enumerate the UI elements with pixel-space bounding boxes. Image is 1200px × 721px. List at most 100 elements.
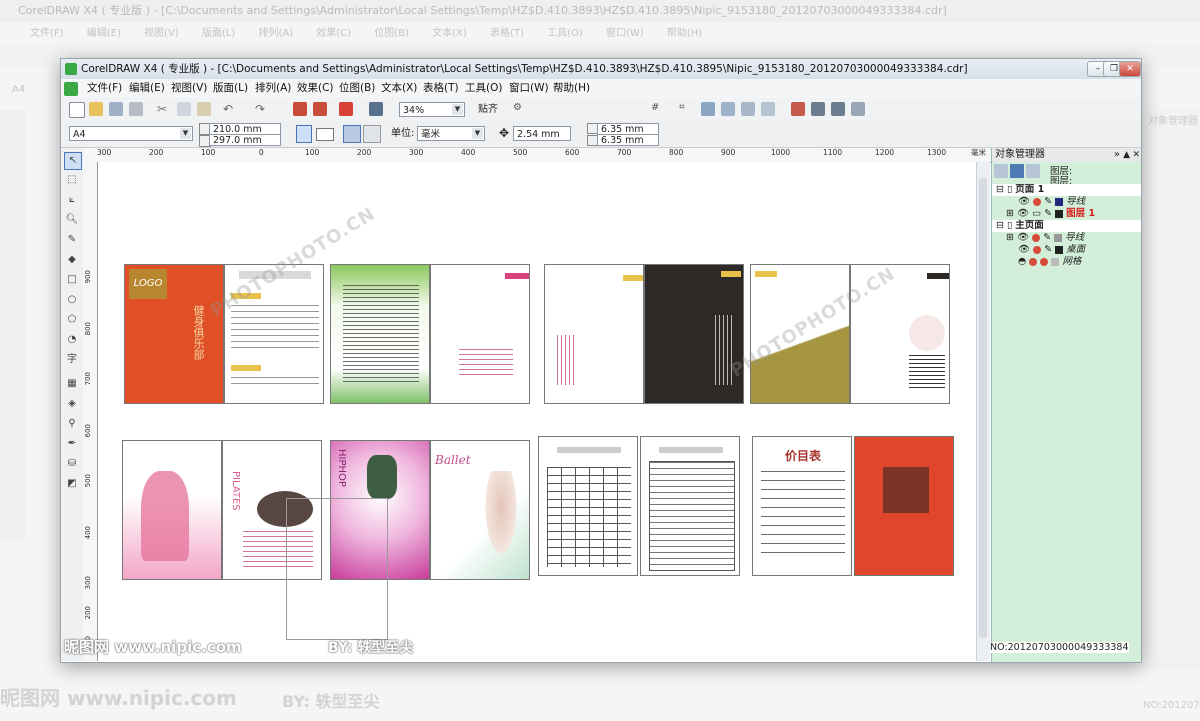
- scrollbar-thumb[interactable]: [979, 178, 987, 638]
- expand-icon[interactable]: ⊞: [1006, 208, 1014, 219]
- collapse-icon[interactable]: ⊟: [996, 220, 1004, 231]
- chevron-up-icon[interactable]: ▲: [1123, 148, 1130, 162]
- print-disabled-icon[interactable]: [1029, 257, 1038, 266]
- menu-arrange[interactable]: 排列(A): [255, 79, 291, 98]
- page-thumb-table-1[interactable]: [538, 436, 638, 576]
- layer-manager-view-icon[interactable]: [1010, 164, 1024, 178]
- copy-icon[interactable]: [177, 102, 191, 116]
- snap-to-button[interactable]: 贴齐: [478, 102, 498, 117]
- pick-tool-icon[interactable]: ↖: [64, 152, 82, 170]
- menu-bitmaps[interactable]: 位图(B): [339, 79, 375, 98]
- menu-tools[interactable]: 工具(O): [465, 79, 502, 98]
- rectangle-tool-icon[interactable]: □: [64, 272, 80, 288]
- tree-layer-guides[interactable]: 👁︎ ✎ 导线: [992, 196, 1141, 208]
- ellipse-tool-icon[interactable]: ○: [64, 292, 80, 308]
- print-disabled-icon[interactable]: [1032, 233, 1041, 242]
- import-icon[interactable]: [293, 102, 307, 116]
- menu-layout[interactable]: 版面(L): [213, 79, 248, 98]
- outline-tool-icon[interactable]: ✒: [64, 436, 80, 452]
- menu-text[interactable]: 文本(X): [381, 79, 417, 98]
- table-tool-icon[interactable]: ▦: [64, 376, 80, 392]
- snap-guidelines-icon[interactable]: ⌗: [679, 102, 693, 116]
- snap-objects-icon[interactable]: [701, 102, 715, 116]
- page-thumb-price-list[interactable]: 价目表: [752, 436, 852, 576]
- page-thumb-ballet[interactable]: Ballet: [430, 440, 530, 580]
- current-page-icon[interactable]: [363, 125, 381, 143]
- menu-window[interactable]: 窗口(W): [509, 79, 549, 98]
- object-manager-toggle-icon[interactable]: [811, 102, 825, 116]
- rulers-icon[interactable]: [741, 102, 755, 116]
- page-thumb-green[interactable]: [330, 264, 430, 404]
- tree-master-desktop[interactable]: 👁︎ ✎ 桌面: [992, 244, 1141, 256]
- page-thumb-dark[interactable]: [644, 264, 744, 404]
- tree-master-page[interactable]: ⊟ ▯ 主页面: [992, 220, 1141, 232]
- paste-icon[interactable]: [197, 102, 211, 116]
- freehand-tool-icon[interactable]: ✎: [64, 232, 80, 248]
- pencil-icon[interactable]: ✎: [1044, 196, 1052, 207]
- eye-icon[interactable]: 👁︎: [1018, 244, 1030, 255]
- tree-master-grid[interactable]: ◓ 网格: [992, 256, 1141, 268]
- eye-icon[interactable]: ◓: [1018, 256, 1026, 267]
- dynamic-guides-icon[interactable]: [721, 102, 735, 116]
- view-icon[interactable]: [761, 102, 775, 116]
- horizontal-ruler[interactable]: 300 200 100 0 100 200 300 400 500 600 70…: [83, 148, 991, 163]
- menu-table[interactable]: 表格(T): [423, 79, 459, 98]
- title-bar[interactable]: CorelDRAW X4 ( 专业版 ) - [C:\Documents and…: [61, 59, 1141, 79]
- redo-icon[interactable]: ↷: [255, 102, 269, 116]
- welcome-screen-icon[interactable]: [369, 102, 383, 116]
- eyedropper-tool-icon[interactable]: ⚲: [64, 416, 80, 432]
- units-combo[interactable]: 毫米 ▼: [417, 126, 485, 141]
- page-thumb-back-cover[interactable]: [854, 436, 954, 576]
- pencil-icon[interactable]: ✎: [1044, 208, 1052, 219]
- page-thumb-cover-red[interactable]: LOGO 健身俱乐部: [124, 264, 224, 404]
- menu-edit[interactable]: 编辑(E): [129, 79, 165, 98]
- cut-icon[interactable]: ✂: [157, 102, 171, 116]
- menu-help[interactable]: 帮助(H): [553, 79, 590, 98]
- smart-fill-tool-icon[interactable]: ◆: [64, 252, 80, 268]
- drawing-canvas[interactable]: LOGO 健身俱乐部 PILATES HIPHOP Ballet 价目表 PHO…: [98, 162, 976, 661]
- zoom-tool-icon[interactable]: 🔍︎: [64, 212, 80, 228]
- open-icon[interactable]: [89, 102, 103, 116]
- text-tool-icon[interactable]: 字: [64, 352, 80, 368]
- tree-master-guides[interactable]: ⊞ 👁︎ ✎ 导线: [992, 232, 1141, 244]
- portrait-icon[interactable]: [296, 125, 312, 143]
- page-thumb-table-2[interactable]: [640, 436, 740, 576]
- collapse-icon[interactable]: ⊟: [996, 184, 1004, 195]
- menu-view[interactable]: 视图(V): [171, 79, 207, 98]
- lock-icon[interactable]: [1040, 257, 1049, 266]
- eye-icon[interactable]: 👁︎: [1017, 208, 1029, 219]
- menu-effects[interactable]: 效果(C): [297, 79, 334, 98]
- printer-icon[interactable]: ▭: [1032, 208, 1041, 219]
- print-icon[interactable]: [129, 102, 143, 116]
- eye-icon[interactable]: 👁︎: [1018, 196, 1030, 207]
- close-button[interactable]: ✕: [1119, 61, 1141, 77]
- vertical-scrollbar[interactable]: [976, 162, 990, 661]
- menu-file[interactable]: 文件(F): [87, 79, 122, 98]
- eye-icon[interactable]: 👁︎: [1017, 232, 1029, 243]
- duplicate-y-field[interactable]: 6.35 mm: [597, 134, 659, 146]
- nudge-distance-field[interactable]: 2.54 mm: [513, 126, 571, 141]
- options-icon[interactable]: ⚙: [513, 102, 527, 116]
- layout-toolbar-icon[interactable]: [851, 102, 865, 116]
- polygon-tool-icon[interactable]: ⬠: [64, 312, 80, 328]
- print-disabled-icon[interactable]: [1033, 245, 1042, 254]
- docker-icon[interactable]: [831, 102, 845, 116]
- pencil-icon[interactable]: ✎: [1043, 232, 1051, 243]
- new-icon[interactable]: [69, 102, 85, 118]
- shape-tool-icon[interactable]: ⬚: [64, 172, 80, 188]
- basic-shapes-tool-icon[interactable]: ◔: [64, 332, 80, 348]
- pencil-icon[interactable]: ✎: [1044, 244, 1052, 255]
- print-disabled-icon[interactable]: [1033, 197, 1042, 206]
- snap-grid-icon[interactable]: #: [651, 102, 665, 116]
- edit-across-layers-icon[interactable]: [1026, 164, 1040, 178]
- export-icon[interactable]: [313, 102, 327, 116]
- undo-icon[interactable]: ↶: [223, 102, 237, 116]
- landscape-icon[interactable]: [316, 128, 334, 141]
- page-thumb-blank-right[interactable]: [430, 264, 530, 404]
- all-pages-icon[interactable]: [343, 125, 361, 143]
- page-thumb-white[interactable]: [544, 264, 644, 404]
- paper-type-combo[interactable]: A4 ▼: [69, 126, 193, 141]
- interactive-blend-tool-icon[interactable]: ◈: [64, 396, 80, 412]
- crop-tool-icon[interactable]: ⟀: [64, 192, 80, 208]
- tree-layer-1[interactable]: ⊞ 👁︎ ▭ ✎ 图层 1: [992, 208, 1141, 220]
